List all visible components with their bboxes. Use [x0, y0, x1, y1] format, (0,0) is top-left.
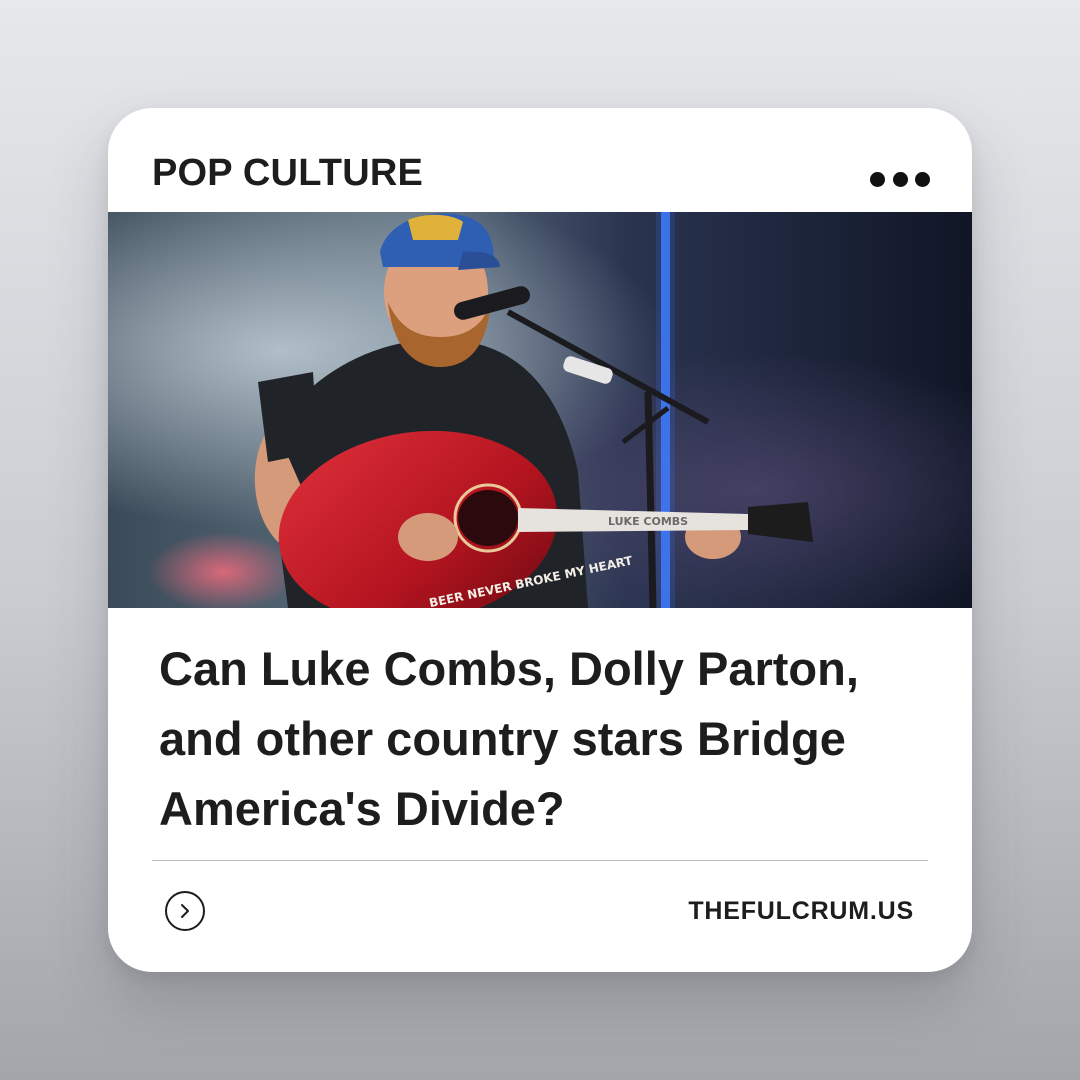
article-headline[interactable]: Can Luke Combs, Dolly Parton, and other … — [159, 634, 939, 844]
singer-photo: LUKE COMBS BEER NEVER BROKE MY HEART — [108, 212, 972, 608]
divider — [152, 860, 928, 861]
hero-image[interactable]: LUKE COMBS BEER NEVER BROKE MY HEART — [108, 212, 972, 608]
more-dot — [892, 171, 908, 187]
more-dot — [870, 171, 885, 187]
more-options-icon[interactable] — [870, 164, 930, 194]
chevron-right-circle-icon[interactable] — [165, 891, 205, 931]
guitar-neck-text: LUKE COMBS — [608, 515, 688, 528]
chevron-right-icon — [181, 904, 189, 918]
card-header: POP CULTURE — [108, 108, 972, 212]
article-card[interactable]: POP CULTURE LUKE COMBS BEER NEVER BROKE … — [108, 108, 972, 972]
category-label: POP CULTURE — [152, 152, 424, 194]
more-dot — [915, 171, 930, 187]
source-url[interactable]: THEFULCRUM.US — [688, 896, 914, 926]
